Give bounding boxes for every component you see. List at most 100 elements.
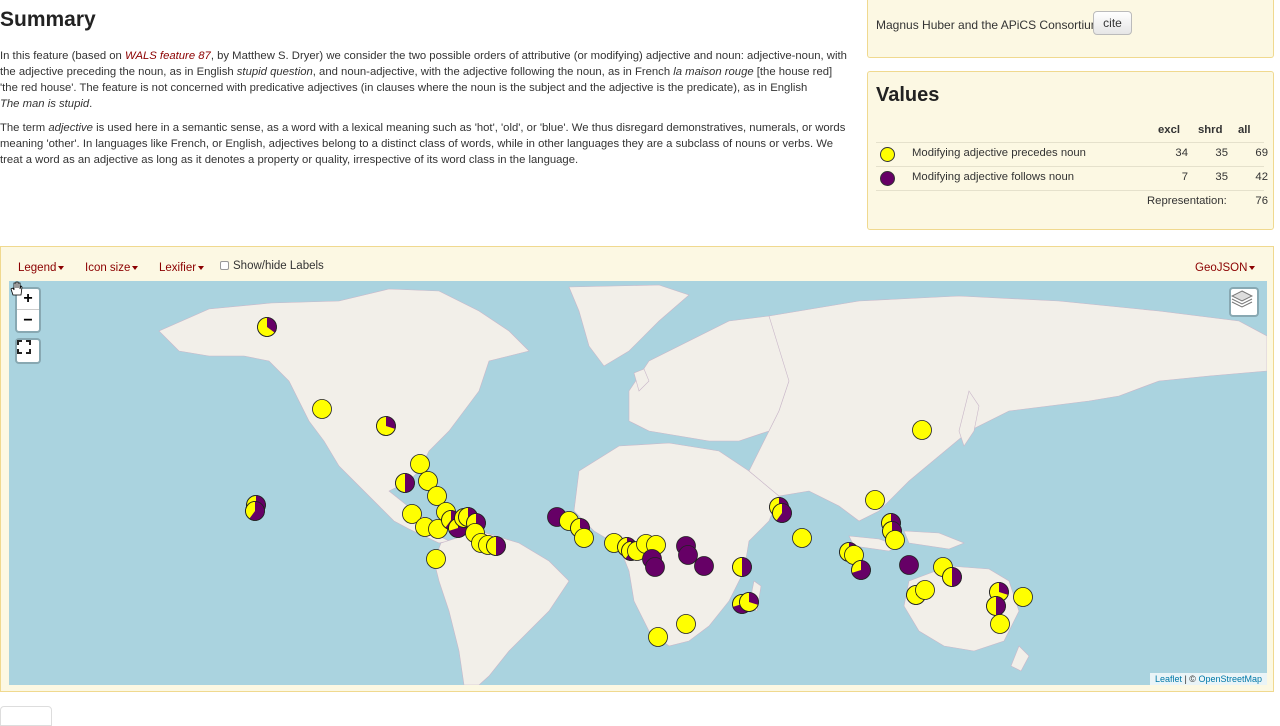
language-marker[interactable] bbox=[645, 557, 665, 577]
language-marker[interactable] bbox=[899, 555, 919, 575]
language-marker[interactable] bbox=[792, 528, 812, 548]
value-all: 42 bbox=[1255, 171, 1268, 183]
language-marker[interactable] bbox=[426, 549, 446, 569]
language-marker[interactable] bbox=[942, 567, 962, 587]
language-marker[interactable] bbox=[865, 490, 885, 510]
marker-circle bbox=[645, 557, 665, 577]
language-marker[interactable] bbox=[915, 580, 935, 600]
language-marker[interactable] bbox=[486, 536, 506, 556]
example: stupid question bbox=[236, 66, 313, 78]
language-marker[interactable] bbox=[648, 627, 668, 647]
language-marker[interactable] bbox=[732, 557, 752, 577]
geojson-dropdown[interactable]: GeoJSON bbox=[1195, 262, 1256, 274]
language-marker[interactable] bbox=[912, 420, 932, 440]
text: , and noun-adjective, with the adjective… bbox=[312, 66, 674, 78]
bottom-tab[interactable] bbox=[0, 706, 52, 726]
language-marker[interactable] bbox=[676, 614, 696, 634]
cite-panel: Magnus Huber and the APiCS Consortium ci… bbox=[867, 0, 1274, 58]
hand-cursor-icon bbox=[10, 281, 23, 296]
language-marker[interactable] bbox=[574, 528, 594, 548]
zoom-out-button[interactable]: − bbox=[17, 310, 39, 331]
language-marker[interactable] bbox=[851, 560, 871, 580]
marker-circle bbox=[1013, 587, 1033, 607]
values-table-header: excl shrd all bbox=[876, 124, 1264, 140]
marker-circle bbox=[410, 454, 430, 474]
language-marker[interactable] bbox=[739, 592, 759, 612]
fullscreen-button[interactable] bbox=[15, 338, 41, 364]
lexifier-dropdown[interactable]: Lexifier bbox=[159, 262, 205, 274]
value-shrd: 35 bbox=[1215, 147, 1228, 159]
representation-row: Representation: 76 bbox=[876, 190, 1268, 214]
attribution-sep: | © bbox=[1181, 674, 1199, 684]
language-marker[interactable] bbox=[376, 416, 396, 436]
language-marker[interactable] bbox=[245, 501, 265, 521]
wals-feature-link[interactable]: WALS feature 87 bbox=[125, 50, 211, 62]
header-excl[interactable]: excl bbox=[1158, 124, 1180, 136]
text: is used here in a semantic sense, as a w… bbox=[0, 122, 846, 166]
text: . bbox=[89, 98, 93, 110]
labels-checkbox[interactable] bbox=[220, 261, 229, 270]
language-marker[interactable] bbox=[885, 530, 905, 550]
marker-circle bbox=[694, 556, 714, 576]
marker-slice bbox=[742, 557, 752, 577]
caret-down-icon bbox=[58, 265, 65, 270]
example: la maison rouge bbox=[673, 66, 754, 78]
example: The man is stupid bbox=[0, 98, 90, 110]
marker-slice bbox=[952, 567, 962, 587]
language-marker[interactable] bbox=[990, 614, 1010, 634]
legend-dropdown[interactable]: Legend bbox=[18, 262, 65, 274]
marker-circle bbox=[676, 614, 696, 634]
marker-slice bbox=[496, 536, 506, 556]
fullscreen-icon bbox=[17, 340, 31, 354]
world-map[interactable]: + − Leaflet | © OpenStreetMap bbox=[9, 281, 1267, 685]
legend-label[interactable]: Legend bbox=[18, 262, 56, 274]
value-excl: 34 bbox=[1175, 147, 1188, 159]
leaflet-link[interactable]: Leaflet bbox=[1155, 674, 1182, 684]
caret-down-icon bbox=[132, 265, 139, 270]
language-marker[interactable] bbox=[772, 503, 792, 523]
language-marker[interactable] bbox=[986, 596, 1006, 616]
language-marker[interactable] bbox=[312, 399, 332, 419]
show-labels-toggle[interactable]: Show/hide Labels bbox=[220, 260, 324, 272]
icon-size-label[interactable]: Icon size bbox=[85, 262, 130, 274]
authors-text: Magnus Huber and the APiCS Consortium bbox=[876, 18, 1101, 32]
language-marker[interactable] bbox=[694, 556, 714, 576]
show-labels-text[interactable]: Show/hide Labels bbox=[233, 260, 324, 272]
layers-button[interactable] bbox=[1229, 287, 1259, 317]
yellow-circle-icon bbox=[880, 147, 895, 162]
marker-circle bbox=[648, 627, 668, 647]
value-row-precedes[interactable]: Modifying adjective precedes noun 34 35 … bbox=[876, 142, 1268, 166]
summary-paragraph-1: In this feature (based on WALS feature 8… bbox=[0, 48, 850, 112]
value-row-follows[interactable]: Modifying adjective follows noun 7 35 42 bbox=[876, 166, 1268, 190]
language-marker[interactable] bbox=[257, 317, 277, 337]
value-all: 69 bbox=[1255, 147, 1268, 159]
wals-link-text[interactable]: WALS feature 87 bbox=[125, 50, 211, 62]
summary-section: Summary In this feature (based on WALS f… bbox=[0, 8, 850, 176]
header-all[interactable]: all bbox=[1238, 124, 1251, 136]
summary-title: Summary bbox=[0, 8, 96, 31]
language-marker[interactable] bbox=[410, 454, 430, 474]
map-container: Legend Icon size Lexifier Show/hide Labe… bbox=[0, 246, 1274, 692]
value-label: Modifying adjective precedes noun bbox=[912, 147, 1086, 159]
marker-circle bbox=[990, 614, 1010, 634]
marker-circle bbox=[885, 530, 905, 550]
cite-button[interactable]: cite bbox=[1093, 11, 1132, 35]
text: In this feature (based on bbox=[0, 50, 125, 62]
language-marker[interactable] bbox=[395, 473, 415, 493]
representation-label: Representation: bbox=[1147, 195, 1227, 207]
icon-size-dropdown[interactable]: Icon size bbox=[85, 262, 139, 274]
layers-icon bbox=[1231, 290, 1253, 308]
header-shrd[interactable]: shrd bbox=[1198, 124, 1222, 136]
map-markers bbox=[245, 317, 1033, 647]
geojson-label[interactable]: GeoJSON bbox=[1195, 262, 1247, 274]
marker-slice bbox=[405, 473, 415, 493]
value-label: Modifying adjective follows noun bbox=[912, 171, 1075, 183]
language-marker[interactable] bbox=[1013, 587, 1033, 607]
osm-link[interactable]: OpenStreetMap bbox=[1198, 674, 1262, 684]
map-attribution: Leaflet | © OpenStreetMap bbox=[1149, 673, 1267, 685]
marker-circle bbox=[865, 490, 885, 510]
language-marker[interactable] bbox=[678, 545, 698, 565]
marker-circle bbox=[678, 545, 698, 565]
marker-circle bbox=[915, 580, 935, 600]
lexifier-label[interactable]: Lexifier bbox=[159, 262, 196, 274]
